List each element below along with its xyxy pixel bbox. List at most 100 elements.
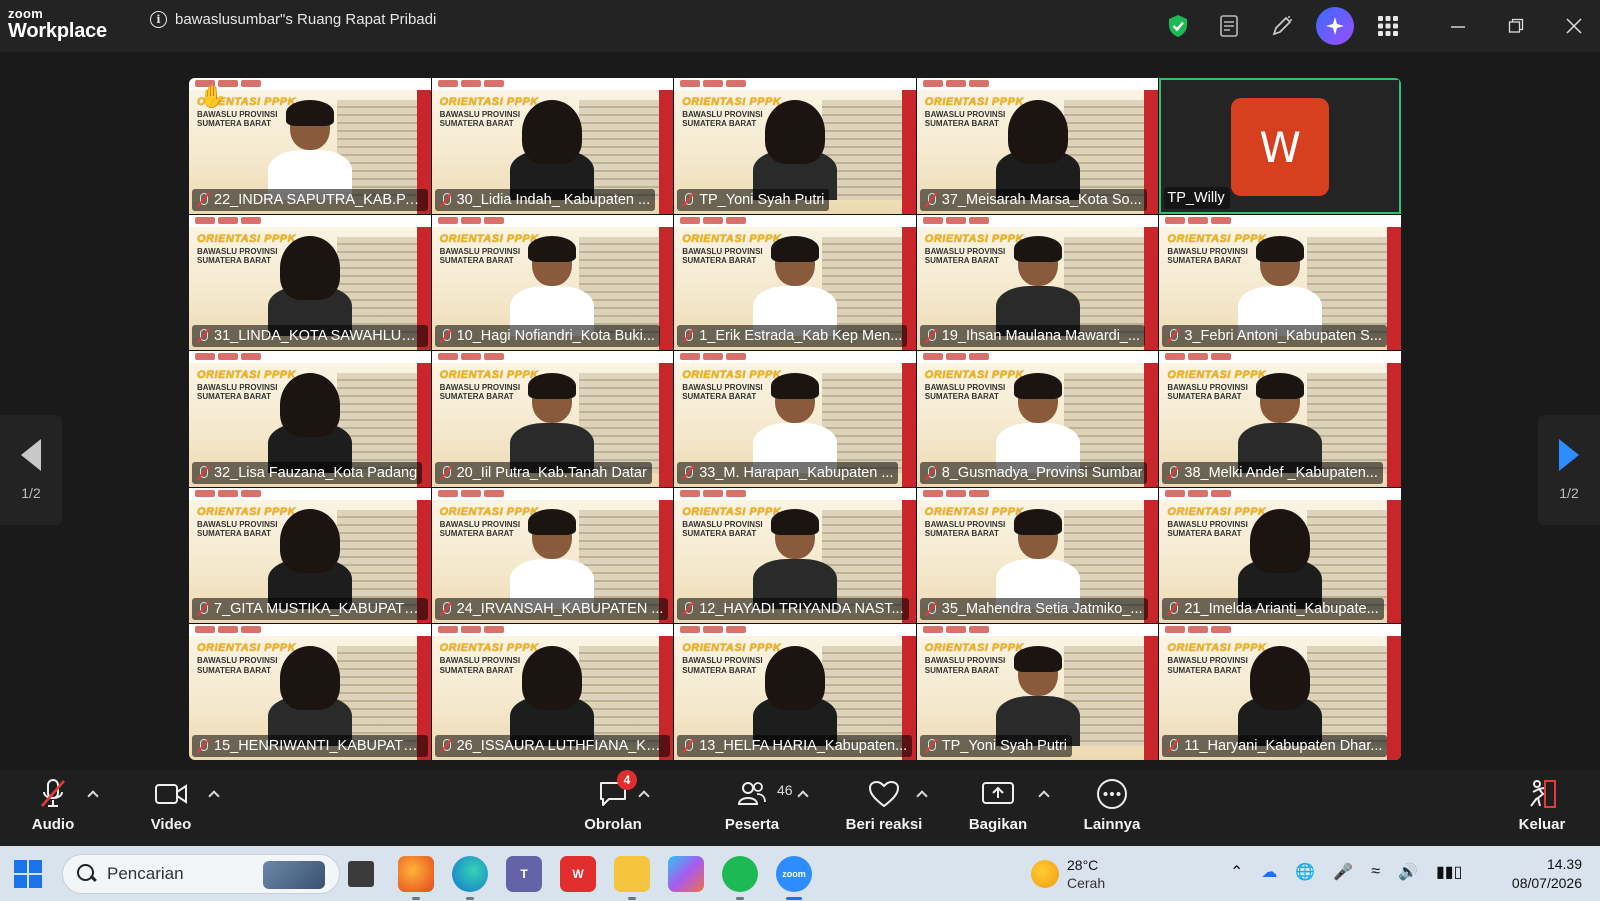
slide-subtitle: BAWASLU PROVINSI SUMATERA BARAT (197, 520, 277, 538)
slide-subtitle-line1: BAWASLU PROVINSI (439, 110, 521, 119)
task-view-icon[interactable] (348, 861, 374, 887)
ai-companion-icon[interactable] (1316, 7, 1354, 45)
close-icon[interactable] (1548, 6, 1600, 46)
participant-name-tag: 37_Meisarah Marsa_Kota So... (919, 188, 1147, 211)
edge-icon[interactable] (452, 856, 488, 900)
meeting-title: bawaslusumbar"s Ruang Rapat Pribadi (175, 11, 437, 28)
participant-video (1238, 236, 1323, 337)
battery-icon[interactable]: ▮▮▯ (1436, 862, 1462, 882)
slide-subtitle-line1: BAWASLU PROVINSI (924, 110, 1006, 119)
participant-tile[interactable]: ORIENTASI PPPK BAWASLU PROVINSI SUMATERA B… (674, 214, 916, 351)
participant-tile[interactable]: ORIENTASI PPPK BAWASLU PROVINSI SUMATERA B… (674, 487, 916, 624)
video-options-caret[interactable] (208, 790, 220, 798)
slide-subtitle: BAWASLU PROVINSI SUMATERA BARAT (1167, 383, 1247, 401)
audio-button[interactable]: Audio (28, 776, 78, 842)
participant-tile[interactable]: ORIENTASI PPPK BAWASLU PROVINSI SUMATERA B… (916, 351, 1159, 487)
slide-subtitle-line2: SUMATERA BARAT (197, 528, 272, 538)
participant-tile[interactable]: ORIENTASI PPPK BAWASLU PROVINSI SUMATERA B… (431, 214, 674, 351)
next-page-button[interactable]: 1/2 (1538, 415, 1600, 525)
participant-tile[interactable]: ORIENTASI PPPK BAWASLU PROVINSI SUMATERA B… (431, 78, 674, 214)
reactions-button[interactable]: Beri reaksi (832, 776, 936, 842)
participant-name-tag: 15_HENRIWANTI_KABUPATE... (192, 735, 428, 757)
chevron-up-icon[interactable]: ⌃ (1230, 862, 1243, 882)
participant-tile[interactable]: ORIENTASI PPPK BAWASLU PROVINSI SUMATERA B… (916, 487, 1159, 624)
share-button[interactable]: Bagikan (960, 776, 1036, 842)
slide-subtitle: BAWASLU PROVINSI SUMATERA BARAT (925, 247, 1005, 265)
participants-button[interactable]: 46 Peserta (722, 776, 793, 842)
video-button[interactable]: Video (146, 776, 196, 842)
previous-page-button[interactable]: 1/2 (0, 415, 62, 525)
participant-tile[interactable]: ORIENTASI PPPK BAWASLU PROVINSI SUMATERA B… (916, 624, 1159, 760)
microphone-icon[interactable]: 🎤 (1333, 862, 1353, 882)
leave-button[interactable]: Keluar (1512, 776, 1572, 842)
notes-icon[interactable] (1204, 6, 1256, 46)
mic-muted-icon (1165, 328, 1181, 344)
meeting-info[interactable]: i bawaslusumbar"s Ruang Rapat Pribadi (150, 11, 436, 28)
firefox-icon[interactable] (398, 856, 434, 900)
reactions-options-caret[interactable] (916, 790, 928, 798)
participant-tile[interactable]: ORIENTASI PPPK BAWASLU PROVINSI SUMATERA B… (431, 624, 674, 760)
participant-name: TP_Yoni Syah Putri (699, 191, 825, 208)
audio-label: Audio (31, 816, 75, 833)
participant-tile[interactable]: ORIENTASI PPPK BAWASLU PROVINSI SUMATERA B… (1159, 351, 1401, 487)
slide-subtitle-line1: BAWASLU PROVINSI (197, 656, 278, 666)
participant-tile[interactable]: ORIENTASI PPPK BAWASLU PROVINSI SUMATERA B… (189, 624, 431, 760)
participant-name: 10_Hagi Nofiandri_Kota Buki... (456, 328, 655, 345)
windows-start-icon[interactable] (14, 860, 42, 888)
participant-tile[interactable]: ORIENTASI PPPK BAWASLU PROVINSI SUMATERA B… (916, 78, 1159, 214)
whiteboard-pen-icon[interactable] (1256, 6, 1308, 46)
participant-name: 13_HELFA HARIA_Kabupaten... (699, 738, 908, 754)
participant-tile[interactable]: ORIENTASI PPPK BAWASLU PROVINSI SUMATERA B… (674, 624, 916, 760)
spotify-icon[interactable] (722, 856, 758, 900)
participant-tile[interactable]: ORIENTASI PPPK BAWASLU PROVINSI SUMATERA B… (674, 351, 916, 487)
participant-tile[interactable]: ORIENTASI PPPK BAWASLU PROVINSI SUMATERA B… (189, 351, 431, 487)
participant-tile[interactable]: ORIENTASI PPPK BAWASLU PROVINSI SUMATERA B… (431, 351, 674, 487)
slide-subtitle: BAWASLU PROVINSI SUMATERA BARAT (925, 520, 1005, 538)
participant-tile[interactable]: ORIENTASI PPPK BAWASLU PROVINSI SUMATERA B… (189, 214, 431, 351)
participant-tile[interactable]: ORIENTASI PPPK BAWASLU PROVINSI SUMATERA B… (1159, 487, 1401, 624)
participant-tile[interactable]: ORIENTASI PPPK BAWASLU PROVINSI SUMATERA B… (189, 487, 431, 624)
copilot-icon[interactable] (668, 856, 704, 892)
slide-subtitle: BAWASLU PROVINSI SUMATERA BARAT (925, 383, 1005, 401)
teams-icon[interactable]: T (506, 856, 542, 892)
taskbar-search[interactable]: Pencarian (62, 854, 340, 894)
info-icon[interactable]: i (150, 11, 167, 28)
more-button[interactable]: Lainnya (1074, 776, 1150, 842)
participant-tile[interactable]: W TP_Willy (1159, 78, 1401, 214)
more-dots-icon (1096, 776, 1128, 812)
wps-office-icon[interactable]: W (560, 856, 596, 892)
shield-check-icon[interactable] (1152, 6, 1204, 46)
vpn-globe-icon[interactable]: 🌐 (1295, 862, 1315, 882)
participant-name: 37_Meisarah Marsa_Kota So... (941, 191, 1142, 208)
participant-tile[interactable]: ORIENTASI PPPK BAWASLU PROVINSI SUMATERA B… (431, 487, 674, 624)
taskbar-clock[interactable]: 14.39 08/07/2026 (1512, 855, 1582, 893)
minimize-icon[interactable] (1432, 6, 1484, 46)
participant-tile[interactable]: ORIENTASI PPPK BAWASLU PROVINSI SUMATERA B… (1159, 624, 1401, 760)
apps-grid-icon[interactable] (1362, 6, 1414, 46)
chat-button[interactable]: 4 Obrolan (576, 770, 650, 842)
participant-tile[interactable]: ORIENTASI PPPK BAWASLU PROVINSI SUMATERA B… (1159, 214, 1401, 351)
slide-subtitle: BAWASLU PROVINSI SUMATERA BARAT (440, 247, 520, 265)
volume-icon[interactable]: 🔊 (1398, 862, 1418, 882)
weather-widget[interactable]: 28°C Cerah (1031, 856, 1105, 892)
restore-icon[interactable] (1490, 6, 1542, 46)
participants-options-caret[interactable] (797, 790, 809, 798)
participant-tile[interactable]: ORIENTASI PPPK BAWASLU PROVINSI SUMATERA B… (916, 214, 1159, 351)
file-explorer-icon[interactable] (614, 856, 650, 900)
participant-tile[interactable]: ORIENTASI PPPK BAWASLU PROVINSI SUMATERA B… (189, 78, 431, 214)
background-banner (1144, 636, 1159, 760)
participant-tile[interactable]: ORIENTASI PPPK BAWASLU PROVINSI SUMATERA B… (674, 78, 916, 214)
share-options-caret[interactable] (1038, 790, 1050, 798)
mic-muted-icon (438, 328, 454, 344)
participant-name: 7_GITA MUSTIKA_KABUPATE... (214, 601, 423, 618)
participant-video (510, 99, 595, 200)
audio-options-caret[interactable] (87, 790, 99, 798)
slide-subtitle-line2: SUMATERA BARAT (439, 255, 514, 265)
logo-bottom-text: Workplace (8, 20, 107, 42)
chat-options-caret[interactable] (638, 790, 650, 798)
slide-subtitle-line2: SUMATERA BARAT (439, 392, 514, 402)
wifi-icon[interactable]: ≈ (1371, 863, 1380, 881)
onedrive-icon[interactable]: ☁ (1261, 862, 1277, 882)
zoom-icon[interactable]: zoom (776, 856, 812, 900)
slide-subtitle: BAWASLU PROVINSI SUMATERA BARAT (682, 520, 762, 538)
